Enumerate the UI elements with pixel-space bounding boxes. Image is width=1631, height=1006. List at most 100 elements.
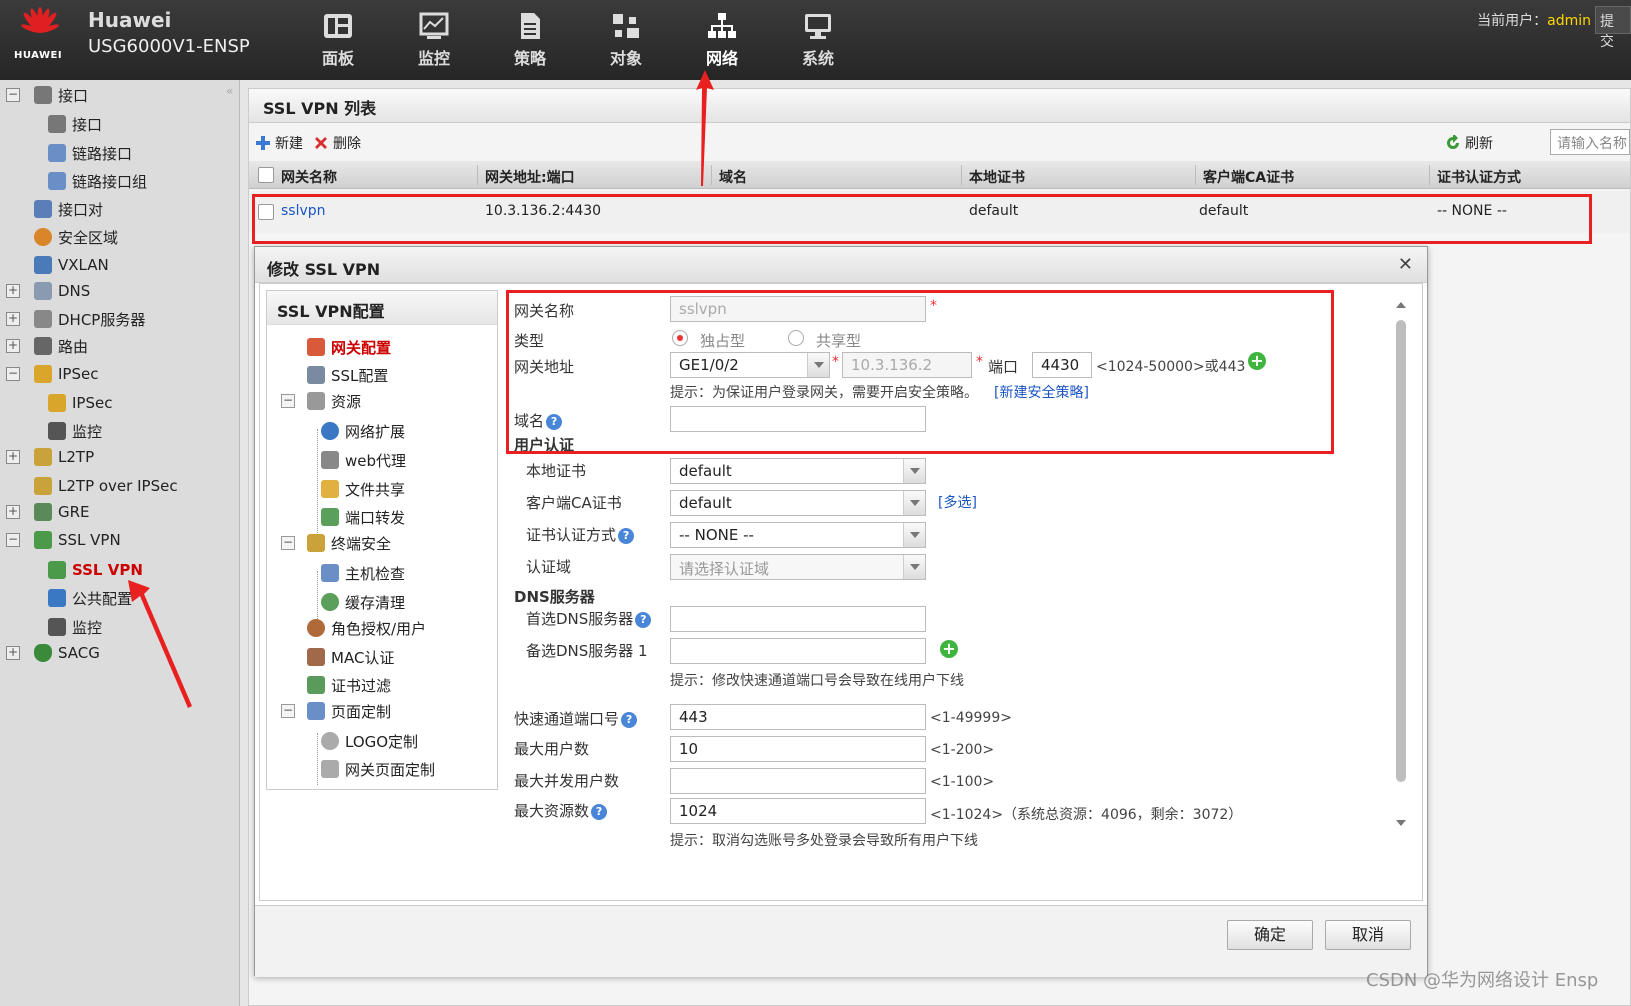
sidebar-item-security-zone[interactable]: 安全区域 [34, 224, 118, 250]
nav-page-custom[interactable]: − 页面定制 [281, 699, 391, 723]
cert-auth-select[interactable]: -- NONE -- [670, 522, 926, 548]
scroll-up-icon[interactable] [1396, 302, 1406, 308]
dns-backup-input[interactable] [670, 638, 926, 664]
sidebar-item-l2tp-ipsec[interactable]: L2TP over IPSec [34, 473, 178, 499]
nav-mac-auth[interactable]: MAC认证 [307, 645, 394, 669]
sidebar-item-l2tp[interactable]: + L2TP [6, 444, 94, 470]
sidebar-item-ipsec-monitor[interactable]: 监控 [48, 418, 102, 444]
sidebar-item-dns[interactable]: + DNS [6, 278, 90, 304]
sidebar-item-sacg[interactable]: + SACG [6, 640, 100, 666]
local-cert-select[interactable]: default [670, 458, 926, 484]
nav-object[interactable]: 对象 [578, 0, 674, 80]
help-icon[interactable]: ? [591, 803, 608, 820]
add-circle-icon[interactable]: + [940, 640, 958, 658]
collapse-icon[interactable]: − [281, 394, 295, 408]
column-header[interactable]: 网关名称 [281, 167, 337, 187]
sidebar-item-gre[interactable]: + GRE [6, 499, 90, 525]
nav-web-proxy[interactable]: web代理 [321, 448, 406, 472]
column-header[interactable]: 客户端CA证书 [1203, 167, 1294, 187]
delete-button[interactable]: 删除 [313, 133, 361, 153]
help-icon[interactable]: ? [621, 711, 638, 728]
sidebar-item-dhcp[interactable]: + DHCP服务器 [6, 306, 145, 332]
nav-endpoint-security[interactable]: − 终端安全 [281, 531, 391, 555]
column-header[interactable]: 证书认证方式 [1437, 167, 1521, 187]
dns-primary-input[interactable] [670, 606, 926, 632]
nav-file-share[interactable]: 文件共享 [321, 477, 405, 501]
form-scrollbar[interactable] [1394, 298, 1408, 838]
nav-cache-clean[interactable]: 缓存清理 [321, 590, 405, 614]
column-header[interactable]: 网关地址:端口 [485, 167, 575, 187]
nav-label: SSL配置 [331, 366, 389, 385]
add-icon [256, 136, 270, 150]
multi-select-link[interactable]: [多选] [938, 492, 977, 512]
sidebar-item-ipsec-sub[interactable]: IPSec [48, 390, 112, 416]
collapse-icon[interactable]: − [6, 367, 20, 381]
cancel-button[interactable]: 取消 [1325, 920, 1411, 950]
close-icon[interactable]: ✕ [1398, 254, 1413, 275]
nav-cert-filter[interactable]: 证书过滤 [307, 673, 391, 697]
max-concurrent-range: <1-100> [930, 774, 995, 790]
nav-resource[interactable]: − 资源 [281, 389, 362, 413]
sidebar-item-interface[interactable]: − 接口 [6, 82, 88, 108]
column-header[interactable]: 域名 [719, 167, 747, 187]
nav-gateway-page[interactable]: 网关页面定制 [321, 757, 435, 781]
expand-icon[interactable]: + [6, 284, 20, 298]
nav-logo-custom[interactable]: LOGO定制 [321, 729, 418, 753]
ok-button[interactable]: 确定 [1227, 920, 1313, 950]
sidebar-item-ipsec[interactable]: − IPSec [6, 361, 98, 387]
auth-domain-select[interactable]: 请选择认证域 [670, 554, 926, 580]
sidebar-item-sslvpn[interactable]: − SSL VPN [6, 527, 121, 553]
search-input[interactable]: 请输入名称 [1550, 129, 1630, 155]
max-resources-input[interactable]: 1024 [670, 798, 926, 824]
nav-gateway-config[interactable]: 网关配置 [307, 335, 391, 359]
sidebar-item-link-interface[interactable]: 链路接口 [48, 140, 132, 166]
collapse-icon[interactable]: − [281, 704, 295, 718]
nav-network[interactable]: 网络 [674, 0, 770, 80]
expand-icon[interactable]: + [6, 505, 20, 519]
scroll-down-icon[interactable] [1396, 820, 1406, 826]
help-icon[interactable]: ? [635, 611, 652, 628]
ca-cert-select[interactable]: default [670, 490, 926, 516]
refresh-button[interactable]: 刷新 [1445, 133, 1493, 153]
collapse-icon[interactable]: − [6, 533, 20, 547]
sidebar-item-link-group[interactable]: 链路接口组 [48, 168, 147, 194]
expand-icon[interactable]: + [6, 646, 20, 660]
expand-icon[interactable]: + [6, 339, 20, 353]
nav-system[interactable]: 系统 [770, 0, 866, 80]
help-icon[interactable]: ? [618, 527, 635, 544]
nav-network-extension[interactable]: 网络扩展 [321, 419, 405, 443]
sidebar-item-label: 接口对 [58, 200, 104, 219]
nav-label: 端口转发 [345, 508, 406, 527]
collapse-sidebar-icon[interactable]: « [226, 84, 233, 98]
nav-ssl-config[interactable]: SSL配置 [307, 363, 388, 387]
nav-port-forward[interactable]: 端口转发 [321, 505, 405, 529]
max-concurrent-input[interactable] [670, 768, 926, 794]
sidebar-item-vxlan[interactable]: VXLAN [34, 252, 109, 278]
collapse-icon[interactable]: − [281, 536, 295, 550]
nav-host-check[interactable]: 主机检查 [321, 561, 405, 585]
new-button[interactable]: 新建 [255, 133, 303, 153]
fast-port-input[interactable]: 443 [670, 704, 926, 730]
l2tp-icon [34, 448, 52, 466]
max-users-input[interactable]: 10 [670, 736, 926, 762]
expand-icon[interactable]: + [6, 312, 20, 326]
sidebar-item-interface-sub[interactable]: 接口 [48, 111, 102, 137]
cancel-multi-login-hint: 提示：取消勾选账号多处登录会导致所有用户下线 [670, 833, 978, 849]
collapse-icon[interactable]: − [6, 88, 20, 102]
expand-icon[interactable]: + [6, 450, 20, 464]
dashboard-icon [324, 14, 352, 38]
sidebar-item-public-config[interactable]: 公共配置 [48, 585, 132, 611]
nav-monitor[interactable]: 监控 [386, 0, 482, 80]
sidebar-item-route[interactable]: + 路由 [6, 333, 88, 359]
scroll-thumb[interactable] [1396, 320, 1406, 782]
web-proxy-icon [321, 451, 339, 469]
nav-dashboard[interactable]: 面板 [290, 0, 386, 80]
sidebar-item-sslvpn-monitor[interactable]: 监控 [48, 614, 102, 640]
sidebar-item-interface-pair[interactable]: 接口对 [34, 196, 103, 222]
nav-policy[interactable]: 策略 [482, 0, 578, 80]
nav-label: 资源 [331, 392, 362, 411]
column-header[interactable]: 本地证书 [969, 167, 1025, 187]
submit-button[interactable]: 提交 [1595, 6, 1631, 50]
select-all-checkbox[interactable] [258, 167, 274, 183]
nav-role-user[interactable]: 角色授权/用户 [307, 616, 426, 640]
